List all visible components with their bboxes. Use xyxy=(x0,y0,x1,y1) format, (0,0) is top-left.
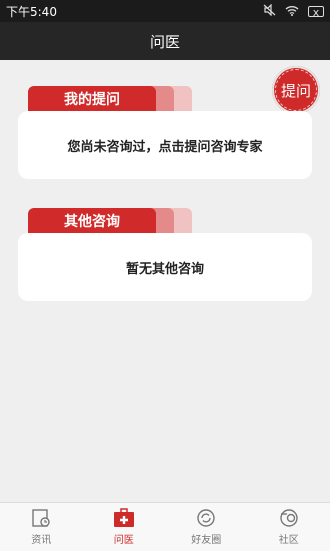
news-icon xyxy=(30,508,52,528)
other-consultations-tab: 其他咨询 xyxy=(28,208,156,234)
my-questions-empty-message: 您尚未咨询过，点击提问咨询专家 xyxy=(67,136,262,155)
other-consultations-card: 暂无其他咨询 xyxy=(18,233,312,301)
mute-icon xyxy=(263,4,276,18)
my-questions-label: 我的提问 xyxy=(64,89,120,109)
nav-label-news: 资讯 xyxy=(31,531,51,546)
nav-label-community: 社区 xyxy=(279,531,299,546)
friends-circle-icon xyxy=(195,508,217,528)
wifi-icon xyxy=(285,5,299,18)
nav-label-friends-circle: 好友圈 xyxy=(191,531,221,546)
my-questions-tab-group: 我的提问 xyxy=(28,86,198,112)
nav-label-ask-doctor: 问医 xyxy=(114,531,134,546)
community-icon xyxy=(278,508,300,528)
other-consultations-empty-message: 暂无其他咨询 xyxy=(126,258,204,277)
ask-question-label: 提问 xyxy=(281,80,311,101)
page-title: 问医 xyxy=(150,31,180,52)
status-icons: x xyxy=(263,4,324,18)
status-bar: 下午5:40 x xyxy=(0,0,330,22)
other-consultations-tab-group: 其他咨询 xyxy=(28,208,198,234)
nav-item-news[interactable]: 资讯 xyxy=(0,503,83,551)
nav-item-friends-circle[interactable]: 好友圈 xyxy=(165,503,248,551)
nav-item-ask-doctor[interactable]: 问医 xyxy=(83,503,166,551)
nav-item-community[interactable]: 社区 xyxy=(248,503,330,551)
medical-kit-icon xyxy=(113,508,135,528)
ask-question-button[interactable]: 提问 xyxy=(272,66,320,114)
battery-icon: x xyxy=(308,6,324,17)
other-consultations-label: 其他咨询 xyxy=(64,211,120,231)
my-questions-tab: 我的提问 xyxy=(28,86,156,112)
bottom-nav: 资讯 问医 好友圈 社区 xyxy=(0,502,330,551)
top-bar: 问医 xyxy=(0,22,330,60)
status-time: 下午5:40 xyxy=(6,3,57,20)
my-questions-card[interactable]: 您尚未咨询过，点击提问咨询专家 xyxy=(18,111,312,179)
